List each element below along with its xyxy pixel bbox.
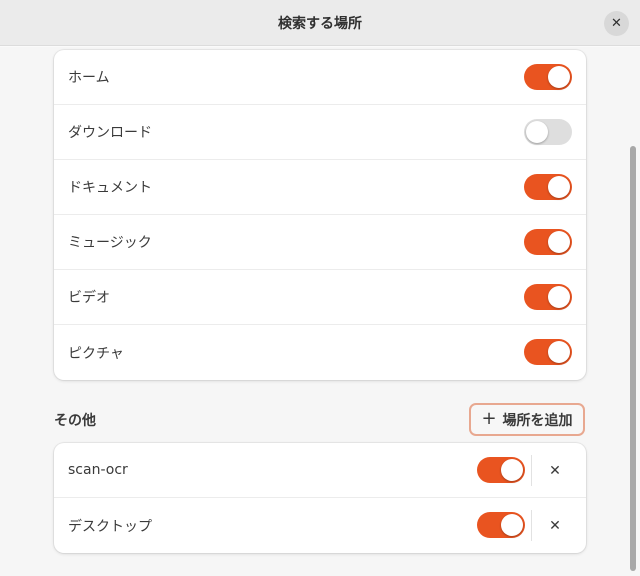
location-label: ピクチャ (68, 345, 124, 362)
close-icon: ✕ (611, 16, 622, 31)
scrollbar-thumb[interactable] (630, 146, 636, 571)
locations-scroll-area: ホーム ダウンロード ドキュメント ミュージック ビデオ ピクチャ その他 + … (0, 47, 640, 576)
close-icon: ✕ (549, 518, 561, 534)
location-row-home: ホーム (54, 50, 586, 105)
row-divider (531, 510, 532, 541)
location-label: scan-ocr (68, 462, 128, 478)
location-row-music: ミュージック (54, 215, 586, 270)
default-locations-list: ホーム ダウンロード ドキュメント ミュージック ビデオ ピクチャ (54, 50, 586, 380)
scrollbar[interactable] (628, 47, 640, 576)
remove-location-button[interactable]: ✕ (538, 512, 572, 540)
switch-knob (548, 66, 570, 88)
location-row-downloads: ダウンロード (54, 105, 586, 160)
location-label: ドキュメント (68, 180, 152, 196)
location-toggle-switch[interactable] (477, 512, 525, 538)
remove-location-button[interactable]: ✕ (538, 457, 572, 485)
switch-knob (548, 176, 570, 198)
title-bar: 検索する場所 ✕ (0, 0, 640, 46)
location-row-videos: ビデオ (54, 270, 586, 325)
switch-knob (548, 341, 570, 363)
location-row-pictures: ピクチャ (54, 325, 586, 380)
location-label: ビデオ (68, 290, 110, 306)
window-title: 検索する場所 (278, 15, 362, 32)
location-toggle-switch[interactable] (524, 119, 572, 145)
switch-knob (548, 231, 570, 253)
switch-knob (501, 459, 523, 481)
location-toggle-switch[interactable] (524, 64, 572, 90)
location-label: ホーム (68, 70, 110, 86)
switch-knob (548, 286, 570, 308)
location-toggle-switch[interactable] (524, 339, 572, 365)
location-toggle-switch[interactable] (524, 229, 572, 255)
plus-icon: + (481, 407, 497, 429)
location-label: デスクトップ (68, 518, 152, 535)
add-location-button[interactable]: + 場所を追加 (469, 403, 585, 436)
location-row-scan-ocr: scan-ocr ✕ (54, 443, 586, 498)
location-toggle-switch[interactable] (524, 284, 572, 310)
switch-knob (501, 514, 523, 536)
location-row-desktop: デスクトップ ✕ (54, 498, 586, 553)
location-label: ミュージック (68, 235, 152, 251)
close-button[interactable]: ✕ (604, 11, 629, 36)
other-section-title: その他 (54, 413, 96, 429)
location-row-documents: ドキュメント (54, 160, 586, 215)
switch-knob (526, 121, 548, 143)
location-toggle-switch[interactable] (477, 457, 525, 483)
location-label: ダウンロード (68, 125, 152, 141)
close-icon: ✕ (549, 463, 561, 479)
other-locations-list: scan-ocr ✕ デスクトップ ✕ (54, 443, 586, 553)
row-divider (531, 455, 532, 486)
location-toggle-switch[interactable] (524, 174, 572, 200)
add-location-label: 場所を追加 (502, 412, 573, 429)
